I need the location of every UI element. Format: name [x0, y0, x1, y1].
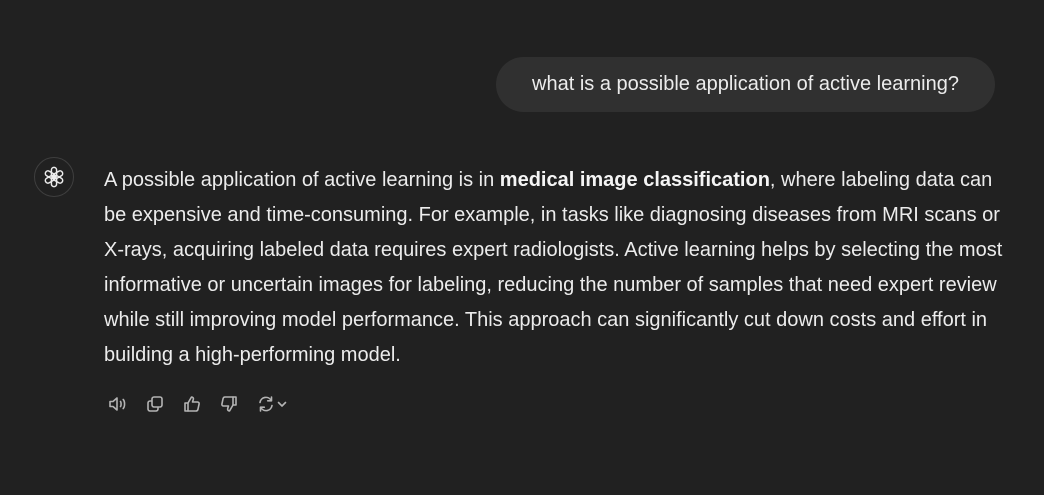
regenerate-button[interactable]: [252, 390, 292, 418]
message-actions-toolbar: [104, 390, 292, 418]
read-aloud-button[interactable]: [104, 390, 132, 418]
assistant-avatar: [34, 157, 74, 197]
response-rest: , where labeling data can be expensive a…: [104, 169, 1003, 366]
thumbs-up-icon: [184, 396, 200, 412]
read-aloud-icon: [109, 397, 126, 411]
user-message-text: what is a possible application of active…: [532, 73, 959, 95]
assistant-response: A possible application of active learnin…: [104, 163, 1004, 373]
response-intro: A possible application of active learnin…: [104, 169, 500, 191]
openai-logo-icon: [44, 166, 64, 188]
copy-icon: [147, 396, 163, 412]
copy-button[interactable]: [141, 390, 169, 418]
chevron-down-icon: [277, 401, 287, 407]
thumbs-up-button[interactable]: [178, 390, 206, 418]
response-bold-term: medical image classification: [499, 169, 770, 191]
user-message-bubble: what is a possible application of active…: [496, 57, 995, 112]
regenerate-icon: [259, 396, 273, 412]
thumbs-down-button[interactable]: [215, 390, 243, 418]
thumbs-down-icon: [221, 396, 237, 412]
